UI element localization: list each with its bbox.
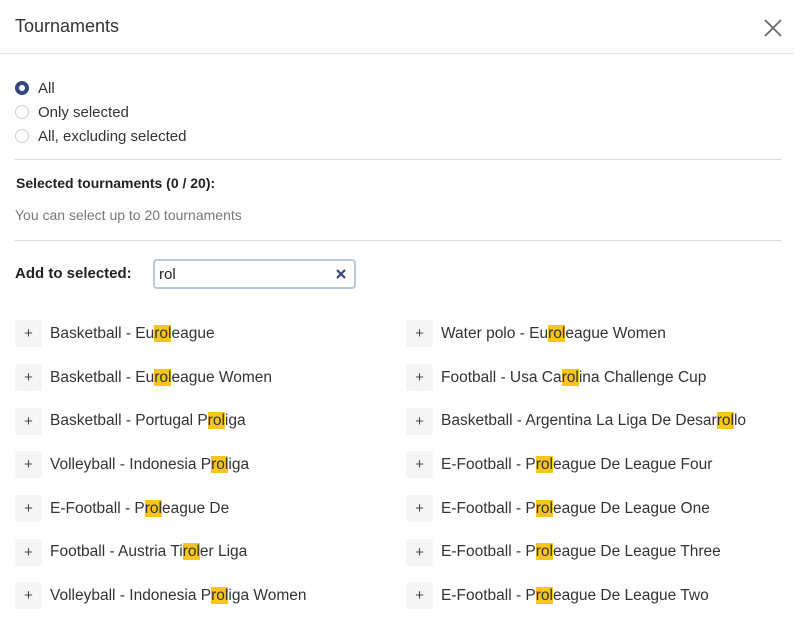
plus-icon[interactable]: + <box>15 495 42 523</box>
result-item[interactable]: + E-Football - Proleague De League Three <box>406 530 785 574</box>
plus-icon[interactable]: + <box>406 320 433 348</box>
plus-icon[interactable]: + <box>15 364 42 392</box>
plus-icon[interactable]: + <box>15 451 42 479</box>
add-to-selected-label: Add to selected: <box>15 265 132 282</box>
search-match-highlight: rol <box>182 543 200 561</box>
plus-icon[interactable]: + <box>15 320 42 348</box>
filter-radio-group: All Only selected All, excluding selecte… <box>15 76 186 148</box>
search-match-highlight: rol <box>535 499 553 517</box>
result-item[interactable]: + Water polo - Euroleague Women <box>406 312 785 356</box>
result-item-label: Basketball - Euroleague <box>50 324 215 342</box>
dialog-header: Tournaments <box>0 0 794 54</box>
result-item-label: E-Football - Proleague De League Four <box>441 455 713 473</box>
result-item-label: E-Football - Proleague De League One <box>441 499 710 517</box>
plus-icon[interactable]: + <box>406 538 433 566</box>
result-item-label: Basketball - Portugal Proliga <box>50 412 246 430</box>
result-item-label: Basketball - Argentina La Liga De Desarr… <box>441 412 747 430</box>
result-item[interactable]: + Basketball - Portugal Proliga <box>15 399 406 443</box>
plus-icon[interactable]: + <box>15 407 42 435</box>
radio-only-selected-button[interactable] <box>15 105 29 119</box>
result-item-label: E-Football - Proleague De League Two <box>441 586 709 604</box>
plus-icon[interactable]: + <box>406 495 433 523</box>
radio-all[interactable]: All <box>15 76 186 100</box>
radio-only-selected[interactable]: Only selected <box>15 100 186 124</box>
radio-only-selected-label: Only selected <box>38 103 129 121</box>
search-match-highlight: rol <box>548 324 566 342</box>
search-match-highlight: rol <box>561 368 579 386</box>
result-item-label: Volleyball - Indonesia Proliga <box>50 455 250 473</box>
result-item[interactable]: + Volleyball - Indonesia Proliga <box>15 443 406 487</box>
search-match-highlight: rol <box>154 324 172 342</box>
search-input[interactable] <box>159 264 329 284</box>
result-item-label: E-Football - Proleague De <box>50 499 230 517</box>
plus-icon[interactable]: + <box>15 582 42 610</box>
tournament-results-list: + Basketball - Euroleague + Water polo - Eu… <box>15 312 785 618</box>
selected-tournaments-hint: You can select up to 20 tournaments <box>15 207 242 223</box>
plus-icon[interactable]: + <box>406 407 433 435</box>
radio-all-excluding-selected-button[interactable] <box>15 129 29 143</box>
divider <box>15 240 781 241</box>
result-item-label: E-Football - Proleague De League Three <box>441 543 721 561</box>
radio-all-label: All <box>38 79 55 97</box>
result-item[interactable]: + Basketball - Euroleague <box>15 312 406 356</box>
result-item[interactable]: + Volleyball - Indonesia Proliga Women <box>15 574 406 618</box>
result-item-label: Basketball - Euroleague Women <box>50 368 273 386</box>
selected-tournaments-heading: Selected tournaments (0 / 20): <box>16 175 216 191</box>
result-item[interactable]: + E-Football - Proleague De League One <box>406 487 785 531</box>
plus-icon[interactable]: + <box>406 451 433 479</box>
result-item[interactable]: + E-Football - Proleague De <box>15 487 406 531</box>
result-item[interactable]: + E-Football - Proleague De League Four <box>406 443 785 487</box>
result-item[interactable]: + Basketball - Euroleague Women <box>15 356 406 400</box>
result-item[interactable]: + E-Football - Proleague De League Two <box>406 574 785 618</box>
search-match-highlight: rol <box>535 455 553 473</box>
dialog-title: Tournaments <box>15 16 120 36</box>
plus-icon[interactable]: + <box>406 582 433 610</box>
search-match-highlight: rol <box>535 586 553 604</box>
search-match-highlight: rol <box>716 412 734 430</box>
result-item[interactable]: + Basketball - Argentina La Liga De Desar… <box>406 399 785 443</box>
search-box <box>153 259 356 289</box>
result-item-label: Football - Austria Tiroler Liga <box>50 543 248 561</box>
search-match-highlight: rol <box>207 412 225 430</box>
search-match-highlight: rol <box>211 455 229 473</box>
radio-all-excluding-selected[interactable]: All, excluding selected <box>15 124 186 148</box>
divider <box>15 159 781 160</box>
radio-all-excluding-selected-label: All, excluding selected <box>38 127 187 145</box>
search-match-highlight: rol <box>144 499 162 517</box>
search-match-highlight: rol <box>535 543 553 561</box>
result-item-label: Football - Usa Carolina Challenge Cup <box>441 368 707 386</box>
clear-icon[interactable] <box>334 267 348 281</box>
search-match-highlight: rol <box>211 586 229 604</box>
search-match-highlight: rol <box>154 368 172 386</box>
result-item-label: Volleyball - Indonesia Proliga Women <box>50 586 307 604</box>
close-icon[interactable] <box>760 15 786 41</box>
plus-icon[interactable]: + <box>15 538 42 566</box>
plus-icon[interactable]: + <box>406 364 433 392</box>
result-item[interactable]: + Football - Usa Carolina Challenge Cup <box>406 356 785 400</box>
result-item-label: Water polo - Euroleague Women <box>441 324 666 342</box>
radio-all-button[interactable] <box>15 81 29 95</box>
result-item[interactable]: + Football - Austria Tiroler Liga <box>15 530 406 574</box>
